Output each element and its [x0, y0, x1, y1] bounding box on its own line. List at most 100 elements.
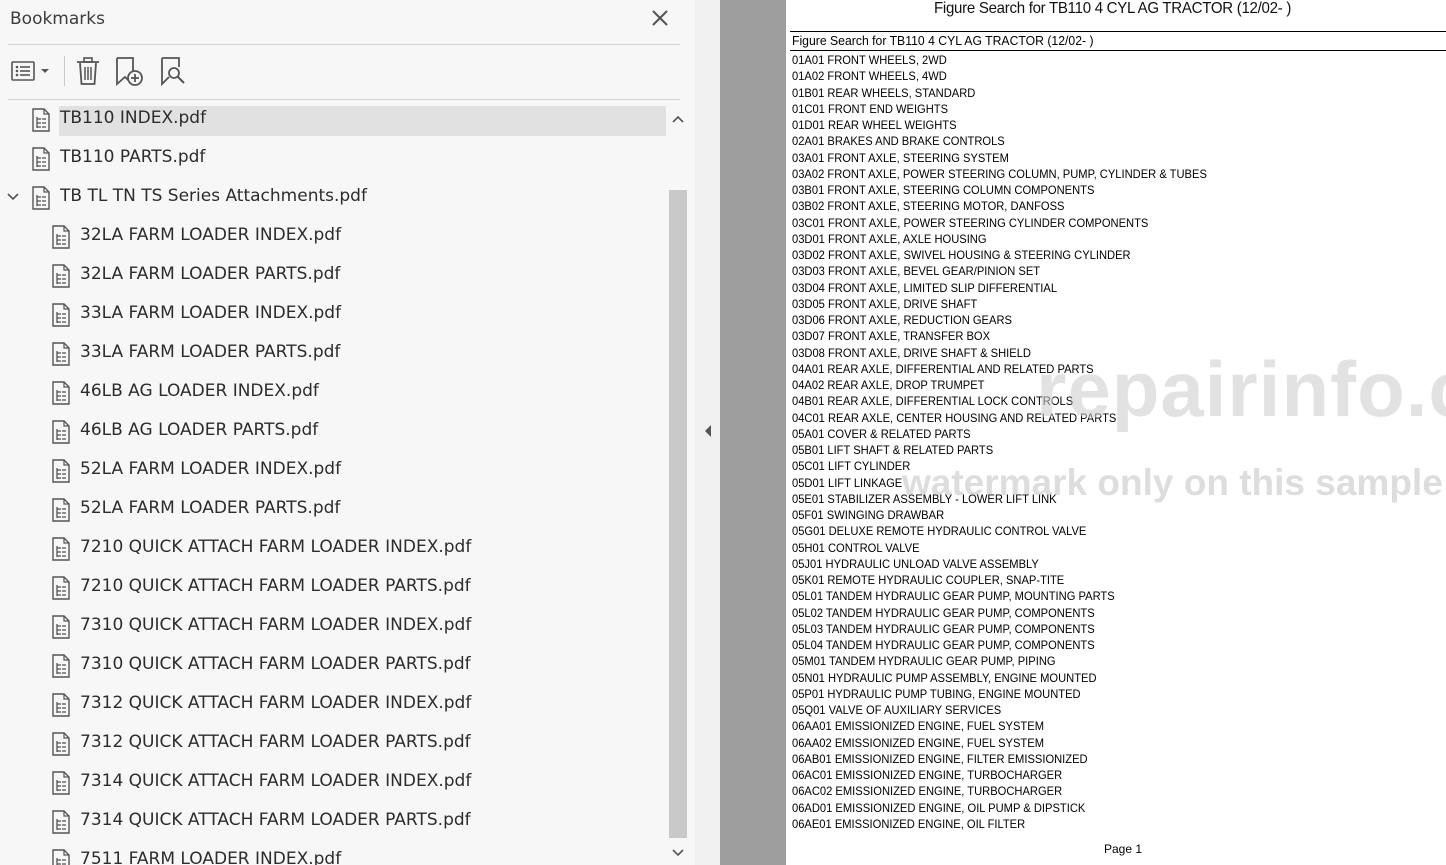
chevron-down-icon[interactable] [5, 189, 21, 205]
figure-entry: 05L04 TANDEM HYDRAULIC GEAR PUMP, COMPON… [792, 638, 1095, 652]
bookmark-label: TB110 PARTS.pdf [60, 147, 206, 167]
figure-entry: 03D02 FRONT AXLE, SWIVEL HOUSING & STEER… [792, 248, 1131, 262]
bookmark-doc-icon [51, 381, 71, 405]
figure-entry: 05E01 STABILIZER ASSEMBLY - LOWER LIFT L… [792, 491, 1057, 506]
figure-entry: 05L01 TANDEM HYDRAULIC GEAR PUMP, MOUNTI… [792, 589, 1115, 604]
figure-entry: 01D01 REAR WHEEL WEIGHTS [792, 118, 957, 132]
bookmark-item[interactable]: 46LB AG LOADER INDEX.pdf [0, 375, 668, 414]
figure-entry: 03A01 FRONT AXLE, STEERING SYSTEM [792, 150, 1009, 165]
delete-bookmark-button[interactable] [74, 55, 102, 87]
figure-entry: 01A01 FRONT WHEELS, 2WD [792, 53, 947, 67]
figure-entry: 03D03 FRONT AXLE, BEVEL GEAR/PINION SET [792, 264, 1041, 279]
bookmark-label: TB TL TN TS Series Attachments.pdf [60, 186, 367, 206]
bookmark-item[interactable]: 7310 QUICK ATTACH FARM LOADER PARTS.pdf [0, 648, 668, 687]
bookmark-label: 33LA FARM LOADER INDEX.pdf [80, 303, 342, 323]
bookmark-item[interactable]: 7210 QUICK ATTACH FARM LOADER PARTS.pdf [0, 570, 668, 609]
bookmark-doc-icon [51, 225, 71, 249]
bookmark-doc-icon [51, 849, 71, 865]
bookmark-item[interactable]: 33LA FARM LOADER INDEX.pdf [0, 297, 668, 336]
bookmark-doc-icon [31, 186, 51, 210]
bookmark-doc-icon [51, 771, 71, 795]
figure-entry: 06AD01 EMISSIONIZED ENGINE, OIL PUMP & D… [792, 800, 1086, 815]
bookmark-label: 46LB AG LOADER INDEX.pdf [80, 381, 319, 401]
figure-entry: 04A01 REAR AXLE, DIFFERENTIAL AND RELATE… [792, 361, 1094, 376]
document-header-text: Figure Search for TB110 4 CYL AG TRACTOR… [792, 33, 1094, 48]
bookmark-label: 32LA FARM LOADER INDEX.pdf [80, 225, 342, 245]
figure-entry: 05F01 SWINGING DRAWBAR [792, 508, 945, 522]
figure-entry: 05K01 REMOTE HYDRAULIC COUPLER, SNAP-TIT… [792, 573, 1065, 587]
bookmark-item[interactable]: TB TL TN TS Series Attachments.pdf [0, 180, 668, 219]
figure-entry: 05P01 HYDRAULIC PUMP TUBING, ENGINE MOUN… [792, 686, 1081, 701]
bookmark-label: 7314 QUICK ATTACH FARM LOADER PARTS.pdf [80, 810, 471, 830]
chevron-down-icon [41, 69, 49, 73]
bookmark-item[interactable]: 46LB AG LOADER PARTS.pdf [0, 414, 668, 453]
bookmark-item[interactable]: 32LA FARM LOADER PARTS.pdf [0, 258, 668, 297]
figure-entry: 05N01 HYDRAULIC PUMP ASSEMBLY, ENGINE MO… [792, 670, 1097, 685]
bookmark-item[interactable]: 7310 QUICK ATTACH FARM LOADER INDEX.pdf [0, 609, 668, 648]
bookmark-doc-icon [51, 498, 71, 522]
page-number: Page 1 [1104, 842, 1143, 856]
toolbar-separator [64, 56, 65, 86]
figure-entry: 05D01 LIFT LINKAGE [792, 475, 903, 490]
panel-title: Bookmarks [10, 9, 105, 29]
figure-entry: 05H01 CONTROL VALVE [792, 540, 920, 555]
trash-icon [77, 57, 99, 85]
scrollbar-thumb[interactable] [669, 190, 687, 838]
bookmark-label: 7312 QUICK ATTACH FARM LOADER INDEX.pdf [80, 693, 472, 713]
bookmark-item[interactable]: TB110 PARTS.pdf [0, 141, 668, 180]
figure-entry: 03D01 FRONT AXLE, AXLE HOUSING [792, 231, 987, 246]
bookmark-item[interactable]: 52LA FARM LOADER PARTS.pdf [0, 492, 668, 531]
bookmark-item[interactable]: 7511 FARM LOADER INDEX.pdf [0, 843, 668, 865]
bookmark-doc-icon [51, 654, 71, 678]
figure-entry: 05L03 TANDEM HYDRAULIC GEAR PUMP, COMPON… [792, 621, 1095, 636]
bookmark-item[interactable]: TB110 INDEX.pdf [0, 102, 668, 141]
figure-entry: 02A01 BRAKES AND BRAKE CONTROLS [792, 134, 1005, 149]
bookmark-item[interactable]: 7312 QUICK ATTACH FARM LOADER PARTS.pdf [0, 726, 668, 765]
figure-entry: 05J01 HYDRAULIC UNLOAD VALVE ASSEMBLY [792, 556, 1039, 571]
figure-entry: 01A02 FRONT WHEELS, 4WD [792, 69, 947, 84]
bookmark-doc-icon [51, 264, 71, 288]
bookmark-doc-icon [51, 615, 71, 639]
bookmark-label: 7310 QUICK ATTACH FARM LOADER INDEX.pdf [80, 615, 472, 635]
bookmark-item[interactable]: 52LA FARM LOADER INDEX.pdf [0, 453, 668, 492]
bookmark-doc-icon [51, 342, 71, 366]
bookmark-label: 7210 QUICK ATTACH FARM LOADER PARTS.pdf [80, 576, 471, 596]
figure-entry: 03D07 FRONT AXLE, TRANSFER BOX [792, 329, 991, 344]
list-options-icon [11, 61, 35, 81]
bookmark-item[interactable]: 7314 QUICK ATTACH FARM LOADER PARTS.pdf [0, 804, 668, 843]
figure-entry: 06AA01 EMISSIONIZED ENGINE, FUEL SYSTEM [792, 719, 1045, 734]
bookmark-doc-icon [51, 810, 71, 834]
bookmark-doc-icon [31, 108, 51, 132]
bookmark-doc-icon [31, 147, 51, 171]
figure-entry: 06AC02 EMISSIONIZED ENGINE, TURBOCHARGER [792, 784, 1063, 799]
bookmark-item[interactable]: 7314 QUICK ATTACH FARM LOADER INDEX.pdf [0, 765, 668, 804]
figure-entry: 04B01 REAR AXLE, DIFFERENTIAL LOCK CONTR… [792, 394, 1074, 409]
figure-entry: 03D05 FRONT AXLE, DRIVE SHAFT [792, 296, 978, 311]
add-bookmark-icon [116, 57, 143, 86]
bookmark-label: 7210 QUICK ATTACH FARM LOADER INDEX.pdf [80, 537, 472, 557]
bookmark-item[interactable]: 32LA FARM LOADER INDEX.pdf [0, 219, 668, 258]
scroll-up-icon [672, 115, 684, 123]
options-menu-button[interactable] [9, 55, 55, 87]
bookmark-tree: TB110 INDEX.pdf TB110 PARTS.pdf TB TL TN T… [0, 102, 668, 865]
bookmark-label: TB110 INDEX.pdf [60, 108, 207, 128]
bookmark-doc-icon [51, 576, 71, 600]
figure-entry: 05B01 LIFT SHAFT & RELATED PARTS [792, 443, 994, 457]
figure-entry: 06AB01 EMISSIONIZED ENGINE, FILTER EMISS… [792, 751, 1088, 766]
bookmark-doc-icon [51, 459, 71, 483]
vertical-scrollbar[interactable] [668, 102, 688, 865]
bookmark-label: 33LA FARM LOADER PARTS.pdf [80, 342, 341, 362]
bookmark-item[interactable]: 33LA FARM LOADER PARTS.pdf [0, 336, 668, 375]
bookmark-item[interactable]: 7312 QUICK ATTACH FARM LOADER INDEX.pdf [0, 687, 668, 726]
add-bookmark-button[interactable] [113, 55, 147, 87]
find-bookmark-button[interactable] [159, 55, 189, 87]
bookmark-item[interactable]: 7210 QUICK ATTACH FARM LOADER INDEX.pdf [0, 531, 668, 570]
close-icon[interactable] [646, 4, 674, 32]
figure-entry: 06AC01 EMISSIONIZED ENGINE, TURBOCHARGER [792, 768, 1063, 782]
document-header: Figure Search for TB110 4 CYL AG TRACTOR… [790, 31, 1446, 51]
bookmark-label: 7312 QUICK ATTACH FARM LOADER PARTS.pdf [80, 732, 471, 752]
collapse-panel-icon[interactable] [702, 423, 714, 439]
divider-line [8, 44, 680, 45]
figure-entry: 06AE01 EMISSIONIZED ENGINE, OIL FILTER [792, 816, 1026, 831]
figure-entry: 05G01 DELUXE REMOTE HYDRAULIC CONTROL VA… [792, 524, 1087, 539]
